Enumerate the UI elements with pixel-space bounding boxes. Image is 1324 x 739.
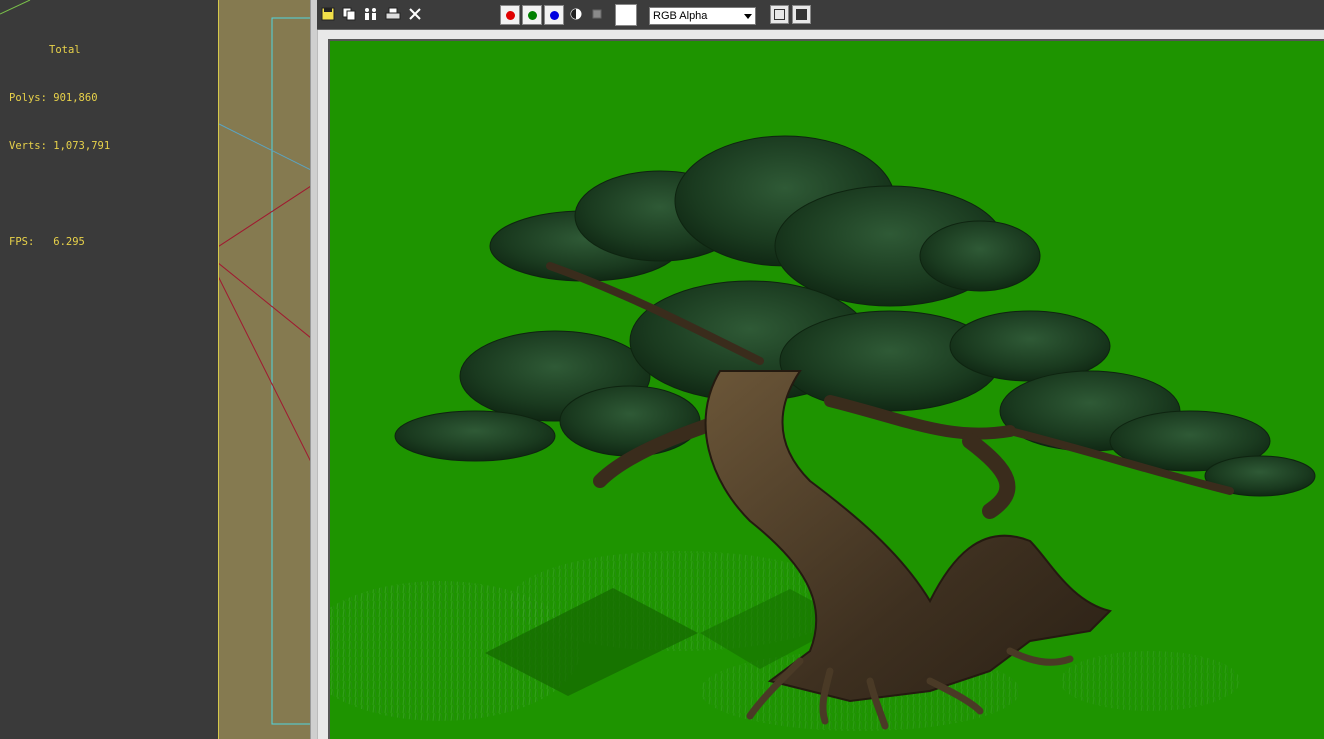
verts-label: Verts: <box>9 140 47 152</box>
polys-label: Polys: <box>9 92 47 104</box>
red-dot-icon <box>505 10 515 20</box>
stats-polys-row: Polys: 901,860 <box>9 90 110 106</box>
rendered-bonsai-tree-image <box>330 135 1316 731</box>
viewport-statistics: Total Polys: 901,860 Verts: 1,073,791 FP… <box>9 10 110 282</box>
side-viewport[interactable] <box>218 0 310 739</box>
fps-label: FPS: <box>9 236 35 248</box>
alpha-channel-icon[interactable] <box>568 6 584 22</box>
viewport-divider[interactable] <box>310 0 317 739</box>
blue-dot-icon <box>549 10 559 20</box>
color-swatch[interactable] <box>615 4 637 26</box>
verts-value: 1,073,791 <box>53 140 111 152</box>
clear-icon[interactable] <box>407 6 423 22</box>
clone-icon[interactable] <box>363 6 379 22</box>
monochrome-icon[interactable] <box>589 6 605 22</box>
channel-display-select[interactable]: RGB Alpha <box>649 7 756 25</box>
red-channel-button[interactable] <box>500 5 520 25</box>
render-canvas-frame <box>317 30 1324 739</box>
window-filled-icon <box>796 9 807 20</box>
viewport-wireframe <box>219 17 310 725</box>
save-icon[interactable] <box>320 6 336 22</box>
render-toolbar: RGB Alpha <box>317 0 1324 30</box>
stats-verts-row: Verts: 1,073,791 <box>9 138 110 154</box>
chevron-down-icon <box>744 14 752 19</box>
stats-total-label: Total <box>49 44 81 56</box>
window-icon <box>774 9 785 20</box>
green-channel-button[interactable] <box>522 5 542 25</box>
green-dot-icon <box>527 10 537 20</box>
stats-fps-row: FPS: 6.295 <box>9 234 110 250</box>
fps-value: 6.295 <box>53 236 85 248</box>
print-icon[interactable] <box>385 6 401 22</box>
copy-icon[interactable] <box>341 6 357 22</box>
rendered-frame-window: RGB Alpha <box>317 0 1324 739</box>
left-viewport[interactable]: Total Polys: 901,860 Verts: 1,073,791 FP… <box>0 0 218 739</box>
toggle-ui-button[interactable] <box>792 5 811 24</box>
render-canvas[interactable] <box>328 39 1324 739</box>
blue-channel-button[interactable] <box>544 5 564 25</box>
channel-select-value: RGB Alpha <box>653 10 708 22</box>
polys-value: 901,860 <box>53 92 98 104</box>
toggle-ui-overlay-button[interactable] <box>770 5 789 24</box>
